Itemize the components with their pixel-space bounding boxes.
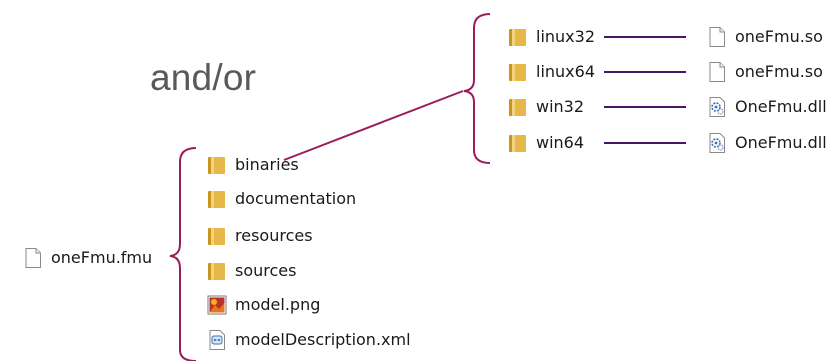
dll-file-icon (706, 96, 728, 118)
list-item-win64-file: OneFmu.dll (706, 131, 827, 155)
list-item-linux32: linux32 (507, 25, 595, 49)
list-item-label: OneFmu.dll (735, 133, 827, 152)
list-item-model-png: model.png (206, 293, 320, 317)
list-item-label: oneFmu.so (735, 62, 823, 81)
file-icon (706, 26, 728, 48)
list-item-label: sources (235, 261, 297, 280)
list-item-win32: win32 (507, 95, 584, 119)
list-item-label: win32 (536, 97, 585, 116)
folder-icon (507, 61, 529, 83)
list-item-label: resources (235, 226, 313, 245)
file-icon (706, 61, 728, 83)
xml-file-icon (206, 329, 228, 351)
list-item-binaries: binaries (206, 153, 299, 177)
list-item-label: modelDescription.xml (235, 330, 411, 349)
list-item-documentation: documentation (206, 187, 356, 211)
list-item-label: OneFmu.dll (735, 97, 827, 116)
list-item-label: oneFmu.so (735, 27, 823, 46)
list-item-label: linux64 (536, 62, 595, 81)
list-item-win32-file: OneFmu.dll (706, 95, 827, 119)
list-item-win64: win64 (507, 131, 584, 155)
list-item-label: linux32 (536, 27, 595, 46)
list-item-label: model.png (235, 295, 321, 314)
root-fmu-file: oneFmu.fmu (22, 246, 152, 270)
connector-lines (169, 13, 686, 361)
and-or-label: and/or (150, 57, 257, 98)
list-item-resources: resources (206, 224, 313, 248)
list-item-linux64-file: oneFmu.so (706, 60, 823, 84)
root-fmu-label: oneFmu.fmu (51, 248, 153, 267)
folder-icon (507, 96, 529, 118)
list-item-sources: sources (206, 259, 296, 283)
file-icon (22, 247, 44, 269)
list-item-label: win64 (536, 133, 585, 152)
binaries-contents-bracket (463, 13, 491, 164)
folder-icon (206, 154, 228, 176)
list-item-linux32-file: oneFmu.so (706, 25, 823, 49)
fmu-contents-bracket (169, 147, 197, 361)
folder-icon (206, 188, 228, 210)
fmu-structure-diagram: and/or oneFmu.fmu binaries documentation… (0, 0, 828, 361)
image-file-icon (206, 294, 228, 316)
folder-icon (206, 260, 228, 282)
dll-file-icon (706, 132, 728, 154)
list-item-label: binaries (235, 155, 299, 174)
list-item-model-description-xml: modelDescription.xml (206, 328, 411, 352)
binaries-link-line (283, 90, 464, 161)
list-item-label: documentation (235, 189, 357, 208)
folder-icon (206, 225, 228, 247)
folder-icon (507, 26, 529, 48)
folder-icon (507, 132, 529, 154)
list-item-linux64: linux64 (507, 60, 595, 84)
